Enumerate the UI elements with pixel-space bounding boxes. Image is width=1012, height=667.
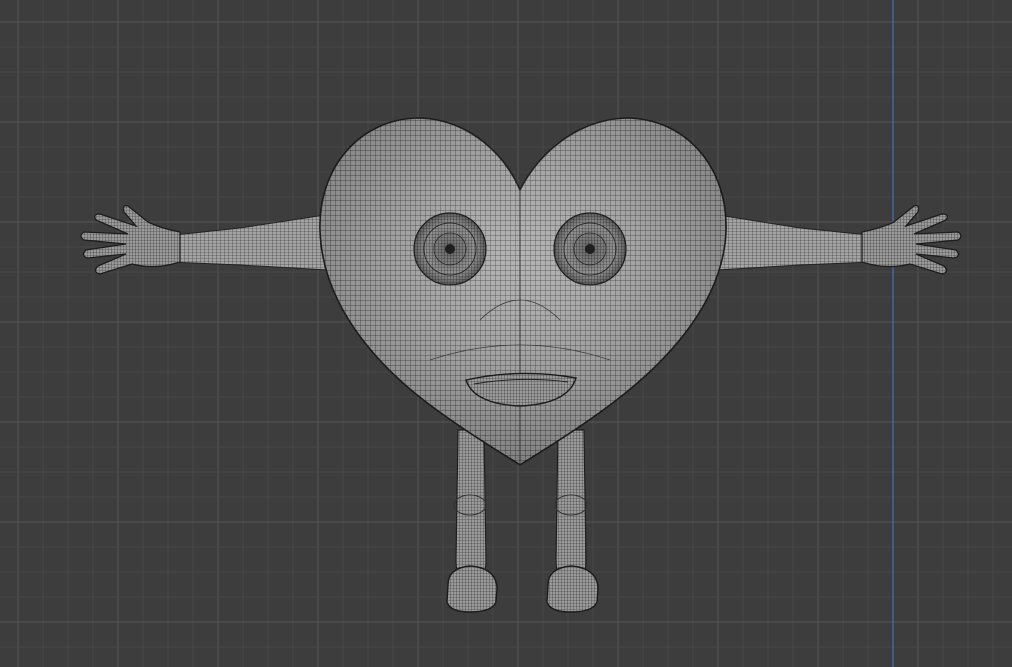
left-eye[interactable]	[413, 212, 487, 286]
right-foot[interactable]	[546, 565, 599, 613]
left-arm[interactable]	[169, 214, 329, 271]
right-leg[interactable]	[554, 429, 588, 579]
heart-body[interactable]	[319, 117, 727, 466]
left-hand[interactable]	[80, 204, 181, 275]
3d-viewport[interactable]	[0, 0, 1012, 667]
right-arm[interactable]	[715, 214, 873, 271]
left-leg[interactable]	[453, 429, 487, 579]
right-hand[interactable]	[861, 204, 962, 275]
heart-character-mesh[interactable]	[0, 0, 1012, 667]
left-foot[interactable]	[446, 565, 498, 613]
right-eye[interactable]	[553, 212, 627, 286]
